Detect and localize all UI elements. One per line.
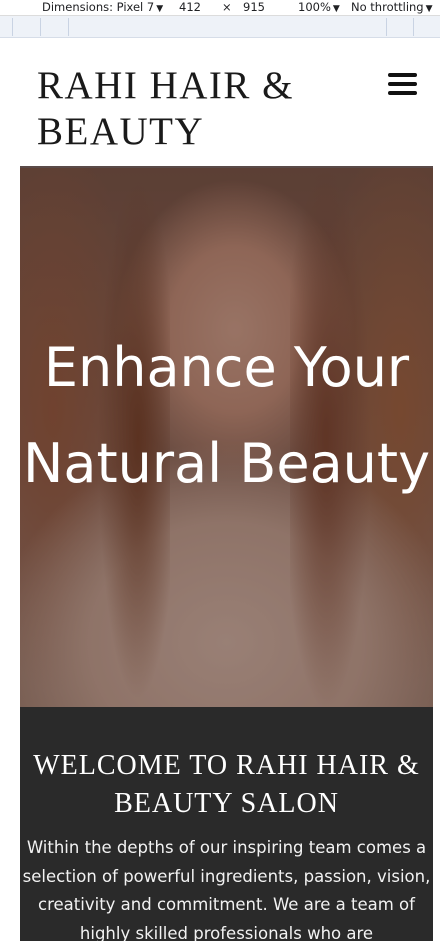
site-header: RAHI HAIR & BEAUTY bbox=[20, 39, 433, 166]
hero-banner: Enhance Your Natural Beauty bbox=[20, 166, 433, 707]
welcome-heading: WELCOME TO RAHI HAIR & BEAUTY SALON bbox=[33, 750, 420, 819]
mobile-viewport: RAHI HAIR & BEAUTY Enhance Your Natural … bbox=[0, 39, 440, 941]
chevron-down-icon: ▼ bbox=[332, 4, 340, 14]
throttling-label: No throttling bbox=[351, 0, 424, 14]
ruler-segment[interactable] bbox=[413, 18, 414, 36]
throttling-dropdown[interactable]: No throttling ▼ bbox=[351, 0, 433, 16]
times-icon: × bbox=[222, 0, 232, 14]
zoom-label: 100% bbox=[298, 0, 331, 14]
site-logo[interactable]: RAHI HAIR & BEAUTY bbox=[37, 63, 337, 155]
media-query-ruler[interactable] bbox=[0, 16, 440, 38]
devtools-toolbar: Dimensions: Pixel 7 ▼ 412 × 915 100% ▼ No … bbox=[0, 0, 440, 16]
ruler-segment[interactable] bbox=[40, 18, 41, 36]
chevron-down-icon: ▼ bbox=[156, 4, 164, 14]
ruler-segment[interactable] bbox=[68, 18, 69, 36]
hamburger-menu-icon[interactable] bbox=[388, 71, 418, 97]
welcome-section: WELCOME TO RAHI HAIR & BEAUTY SALON With… bbox=[20, 707, 433, 941]
ruler-segment[interactable] bbox=[12, 18, 13, 36]
chevron-down-icon: ▼ bbox=[425, 4, 433, 14]
height-input[interactable]: 915 bbox=[243, 0, 265, 16]
zoom-dropdown[interactable]: 100% ▼ bbox=[298, 0, 340, 16]
hero-title: Enhance Your Natural Beauty bbox=[22, 336, 431, 495]
width-input[interactable]: 412 bbox=[179, 0, 201, 16]
dimensions-dropdown[interactable]: Dimensions: Pixel 7 ▼ bbox=[42, 0, 163, 16]
dimensions-label: Dimensions: Pixel 7 bbox=[42, 0, 155, 14]
ruler-segment[interactable] bbox=[386, 18, 387, 36]
welcome-text: Within the depths of our inspiring team … bbox=[22, 838, 431, 941]
